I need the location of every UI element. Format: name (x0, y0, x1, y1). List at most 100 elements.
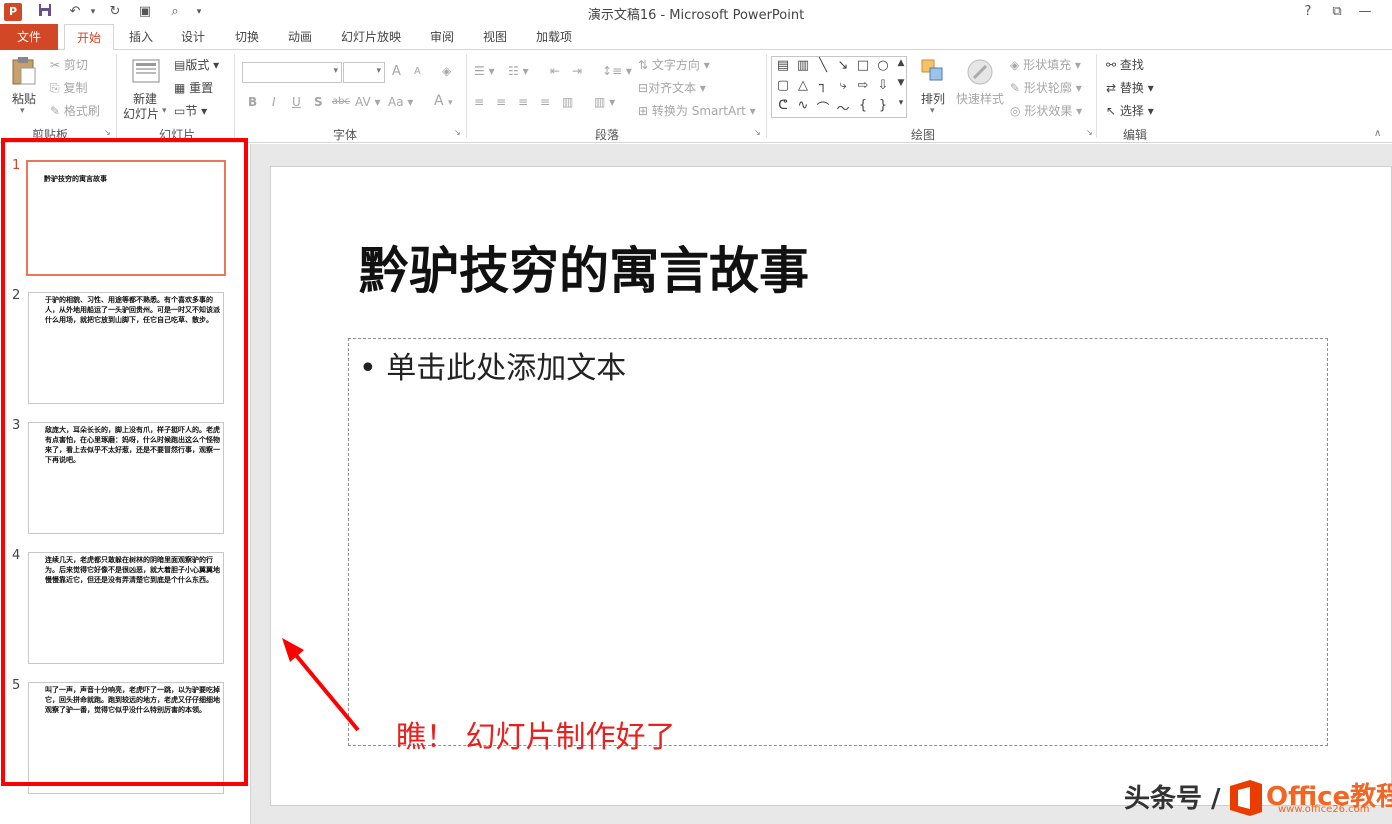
find-label: 查找 (1119, 58, 1144, 72)
cut-button[interactable]: ✂ 剪切 (50, 56, 88, 73)
tab-animations[interactable]: 动画 (277, 24, 323, 50)
tab-slideshow[interactable]: 幻灯片放映 (333, 24, 409, 50)
text-direction-button[interactable]: ⇅ 文字方向 ▾ (638, 56, 710, 73)
find-button[interactable]: ⚯ 查找 (1106, 56, 1144, 73)
numbering-icon[interactable]: ☷ ▾ (508, 64, 529, 78)
align-right-icon[interactable]: ≡ (518, 95, 528, 109)
shrink-font-icon[interactable]: A (414, 66, 421, 77)
bold-button[interactable]: B (248, 95, 257, 109)
rectangle-shape-icon[interactable]: □ (854, 58, 872, 73)
copy-button[interactable]: ⎘ 复制 (50, 79, 87, 96)
tab-home[interactable]: 开始 (64, 24, 114, 51)
select-button[interactable]: ↖ 选择 ▾ (1106, 102, 1154, 119)
tab-file[interactable]: 文件 (0, 24, 58, 50)
triangle-shape-icon[interactable]: △ (794, 78, 812, 93)
text-shadow-button[interactable]: S (314, 95, 323, 109)
shape-effects-button[interactable]: ◎ 形状效果 ▾ (1010, 102, 1082, 119)
align-text-button[interactable]: ⊟对齐文本 ▾ (638, 79, 706, 96)
reset-button[interactable]: ▦ 重置 (174, 79, 213, 96)
elbow-arrow-shape-icon[interactable]: ⤷ (834, 78, 852, 93)
grow-font-icon[interactable]: A (392, 64, 401, 79)
increase-indent-icon[interactable]: ⇥ (572, 64, 582, 78)
distributed-icon[interactable]: ▥ (562, 95, 573, 109)
character-spacing-button[interactable]: AV ▾ (355, 95, 381, 109)
help-button[interactable]: ? (1297, 2, 1319, 22)
replace-button[interactable]: ⇄ 替换 ▾ (1106, 79, 1154, 96)
shapes-scroll-up-icon[interactable]: ▲ (892, 58, 910, 68)
new-slide-label-2[interactable]: 幻灯片 (123, 105, 159, 122)
tab-transitions[interactable]: 切换 (224, 24, 270, 50)
content-placeholder[interactable]: • 单击此处添加文本 (348, 338, 1328, 746)
wave-shape-icon[interactable]: 〜 (834, 98, 852, 117)
line-spacing-icon[interactable]: ↕≡ ▾ (602, 64, 632, 78)
quick-styles-button[interactable]: 快速样式 (956, 90, 1004, 107)
down-arrow-shape-icon[interactable]: ⇩ (874, 78, 892, 93)
ribbon-display-options-icon[interactable]: ⧉ (1326, 2, 1348, 22)
arrow-line-shape-icon[interactable]: ↘ (834, 58, 852, 73)
paste-dropdown-icon[interactable]: ▾ (20, 106, 25, 116)
smartart-button[interactable]: ⊞ 转换为 SmartArt ▾ (638, 102, 756, 119)
paste-icon[interactable] (10, 56, 38, 86)
group-separator (1096, 54, 1097, 138)
font-family-combo[interactable]: ▾ (242, 62, 342, 83)
section-button[interactable]: ▭节 ▾ (174, 102, 207, 119)
font-launcher-icon[interactable]: ↘ (454, 128, 461, 137)
italic-button[interactable]: I (272, 95, 276, 109)
shape-fill-button[interactable]: ◈ 形状填充 ▾ (1010, 56, 1081, 73)
right-arrow-shape-icon[interactable]: ⇨ (854, 78, 872, 93)
format-painter-button[interactable]: ✎ 格式刷 (50, 102, 100, 119)
clear-formatting-icon[interactable]: ◈ (442, 64, 451, 78)
vertical-textbox-shape-icon[interactable]: ▥ (794, 58, 812, 73)
strikethrough-button[interactable]: abc (332, 96, 350, 107)
oval-shape-icon[interactable]: ○ (874, 58, 892, 73)
quick-styles-icon[interactable] (966, 58, 994, 86)
smartart-label: 转换为 SmartArt (651, 104, 746, 118)
shape-outline-button[interactable]: ✎ 形状轮廓 ▾ (1010, 79, 1082, 96)
arrange-dropdown-icon[interactable]: ▾ (930, 106, 935, 116)
font-size-combo[interactable]: ▾ (343, 62, 385, 83)
collapse-ribbon-icon[interactable]: ∧ (1374, 128, 1381, 139)
change-case-button[interactable]: Aa ▾ (388, 95, 413, 109)
bullets-icon[interactable]: ☰ ▾ (474, 64, 495, 78)
align-left-icon[interactable]: ≡ (474, 95, 484, 109)
clipboard-launcher-icon[interactable]: ↘ (104, 128, 111, 137)
elbow-connector-shape-icon[interactable]: ┐ (814, 78, 832, 93)
line-shape-icon[interactable]: ╲ (814, 58, 832, 73)
new-slide-icon[interactable] (132, 56, 160, 86)
tab-view[interactable]: 视图 (472, 24, 518, 50)
drawing-launcher-icon[interactable]: ↘ (1086, 128, 1093, 137)
slide-title[interactable]: 黔驴技穷的寓言故事 (359, 231, 809, 303)
arrange-icon[interactable] (920, 58, 946, 84)
slide-canvas[interactable]: 黔驴技穷的寓言故事 • 单击此处添加文本 (270, 166, 1392, 806)
shapes-gallery[interactable]: ▤ ▥ ╲ ↘ □ ○ ▢ △ ┐ ⤷ ⇨ ⇩ ᕦ ∿ ⌒ 〜 { } ▲ ▼ … (771, 56, 907, 118)
paste-button[interactable]: 粘贴 (12, 90, 36, 107)
watermark-prefix: 头条号 / (1124, 784, 1221, 814)
underline-button[interactable]: U (292, 95, 301, 109)
columns-icon[interactable]: ▥ ▾ (594, 95, 615, 109)
align-center-icon[interactable]: ≡ (496, 95, 506, 109)
curve-shape-icon[interactable]: ∿ (794, 98, 812, 113)
office-logo-icon (1228, 778, 1264, 818)
freeform-shape-icon[interactable]: ᕦ (774, 98, 792, 113)
decrease-indent-icon[interactable]: ⇤ (550, 64, 560, 78)
justify-icon[interactable]: ≡ (540, 95, 550, 109)
right-brace-shape-icon[interactable]: } (874, 98, 892, 113)
layout-button[interactable]: ▤版式 ▾ (174, 56, 219, 73)
left-brace-shape-icon[interactable]: { (854, 98, 872, 113)
rounded-rectangle-shape-icon[interactable]: ▢ (774, 78, 792, 93)
paragraph-launcher-icon[interactable]: ↘ (754, 128, 761, 137)
font-color-button[interactable]: A ▾ (434, 93, 453, 109)
tab-review[interactable]: 审阅 (419, 24, 465, 50)
textbox-shape-icon[interactable]: ▤ (774, 58, 792, 73)
tab-insert[interactable]: 插入 (118, 24, 164, 50)
shapes-scroll-down-icon[interactable]: ▼ (892, 78, 910, 88)
tab-design[interactable]: 设计 (170, 24, 216, 50)
shape-fill-icon: ◈ (1010, 58, 1020, 72)
new-slide-dropdown-icon[interactable]: ▾ (162, 106, 167, 116)
arc-shape-icon[interactable]: ⌒ (814, 98, 832, 117)
content-placeholder-text[interactable]: • 单击此处添加文本 (359, 343, 626, 387)
arrange-button[interactable]: 排列 (921, 90, 945, 107)
minimize-button[interactable]: — (1354, 2, 1376, 22)
tab-addins[interactable]: 加载项 (528, 24, 580, 50)
shapes-more-icon[interactable]: ▾ (892, 98, 910, 108)
